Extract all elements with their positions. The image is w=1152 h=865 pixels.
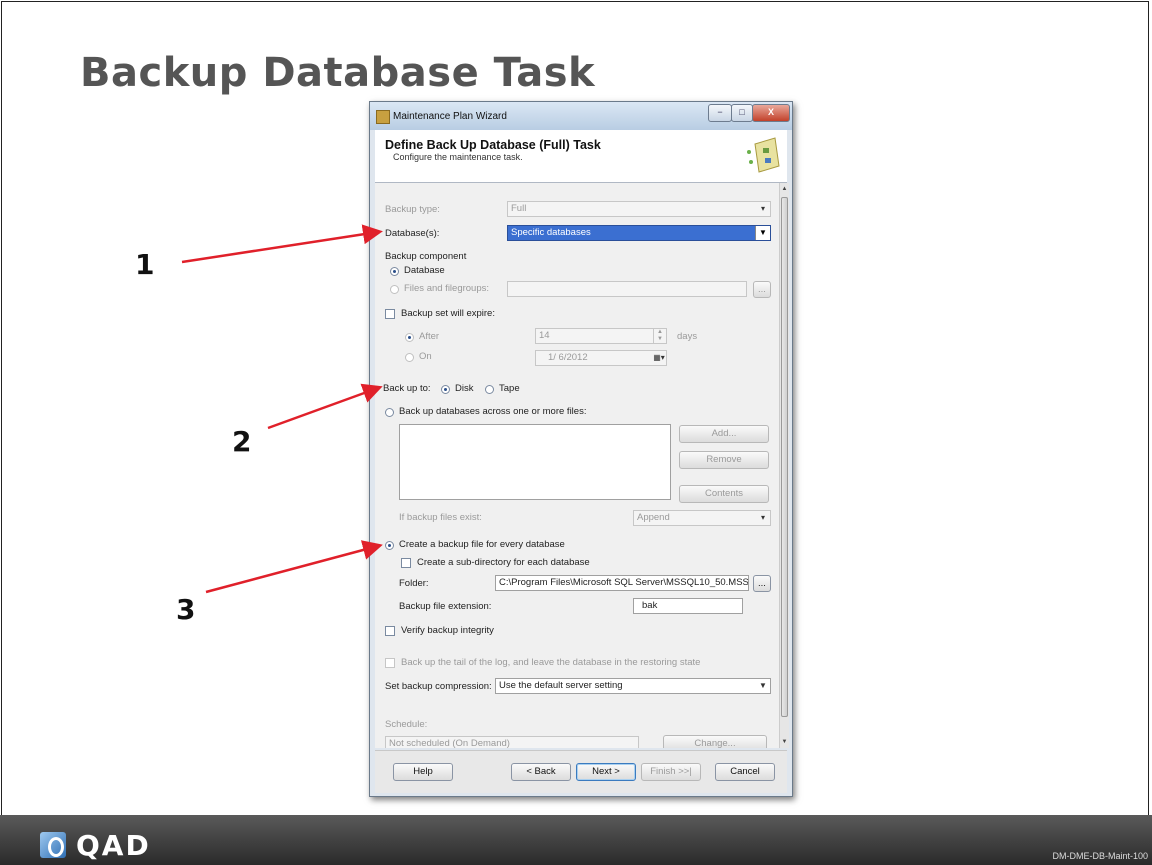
- backup-component-label: Backup component: [385, 251, 467, 262]
- verify-checkbox[interactable]: [385, 626, 395, 636]
- callout-1: 1: [135, 248, 155, 281]
- if-exist-select[interactable]: Append ▾: [633, 510, 771, 526]
- extension-input[interactable]: bak: [633, 598, 743, 614]
- schedule-value: Not scheduled (On Demand): [389, 738, 510, 748]
- calendar-icon[interactable]: ▦▾: [652, 351, 666, 365]
- slide-title: Backup Database Task: [80, 50, 596, 96]
- backup-files-list[interactable]: [399, 424, 671, 500]
- compression-select[interactable]: Use the default server setting ▼: [495, 678, 771, 694]
- expire-days-label: days: [677, 331, 698, 342]
- wizard-button-bar: Help < Back Next > Finish >>| Cancel: [375, 750, 787, 793]
- page-subtitle: Configure the maintenance task.: [393, 152, 523, 162]
- folder-value: C:\Program Files\Microsoft SQL Server\MS…: [499, 577, 749, 588]
- component-database-label: Database: [404, 265, 445, 276]
- back-up-to-tape-label: Tape: [499, 383, 520, 394]
- vertical-scrollbar[interactable]: ▲ ▼: [779, 183, 789, 748]
- per-db-radio[interactable]: [385, 541, 394, 550]
- expire-on-radio[interactable]: [405, 353, 414, 362]
- maintenance-plan-wizard-window: Maintenance Plan Wizard − □ X Define Bac…: [369, 101, 793, 797]
- expire-after-radio[interactable]: [405, 333, 414, 342]
- expire-on-label: On: [419, 351, 432, 362]
- if-exist-value: Append: [637, 512, 670, 523]
- wizard-header: Define Back Up Database (Full) Task Conf…: [375, 130, 787, 183]
- page-title: Define Back Up Database (Full) Task: [385, 138, 601, 152]
- verify-label: Verify backup integrity: [401, 625, 494, 636]
- contents-button[interactable]: Contents: [679, 485, 769, 503]
- scrollbar-thumb[interactable]: [781, 197, 788, 717]
- callout-3: 3: [176, 593, 196, 626]
- expire-label: Backup set will expire:: [401, 308, 495, 319]
- change-schedule-button[interactable]: Change...: [663, 735, 767, 748]
- window-titlebar[interactable]: Maintenance Plan Wizard − □ X: [370, 102, 792, 130]
- databases-select[interactable]: Specific databases ▼: [507, 225, 771, 241]
- chevron-down-icon: ▾: [760, 204, 765, 213]
- schedule-field: Not scheduled (On Demand): [385, 736, 639, 748]
- per-db-label: Create a backup file for every database: [399, 539, 565, 550]
- minimize-button[interactable]: −: [708, 104, 732, 122]
- chevron-down-icon: ▼: [759, 681, 767, 690]
- across-files-label: Back up databases across one or more fil…: [399, 406, 587, 417]
- wizard-icon: [376, 110, 390, 124]
- component-files-label: Files and filegroups:: [404, 283, 490, 294]
- slide-footer: QAD DM-DME-DB-Maint-100: [0, 815, 1152, 865]
- component-database-radio[interactable]: [390, 267, 399, 276]
- backup-type-label: Backup type:: [385, 204, 440, 215]
- chevron-down-icon: ▼: [755, 226, 770, 240]
- close-button[interactable]: X: [752, 104, 790, 122]
- folder-label: Folder:: [399, 578, 429, 589]
- expire-after-input[interactable]: 14 ▲ ▼: [535, 328, 667, 344]
- databases-label: Database(s):: [385, 228, 440, 239]
- compression-label: Set backup compression:: [385, 681, 492, 692]
- folder-input[interactable]: C:\Program Files\Microsoft SQL Server\MS…: [495, 575, 749, 591]
- next-button[interactable]: Next >: [576, 763, 636, 781]
- spinner-icon[interactable]: ▲ ▼: [653, 329, 666, 343]
- files-browse-button[interactable]: ...: [753, 281, 771, 298]
- expire-after-label: After: [419, 331, 440, 342]
- qad-logo-icon: [40, 832, 66, 858]
- component-files-radio[interactable]: [390, 285, 399, 294]
- scroll-up-icon[interactable]: ▲: [780, 183, 789, 195]
- expire-checkbox[interactable]: [385, 309, 395, 319]
- folder-browse-button[interactable]: ...: [753, 575, 771, 592]
- back-up-to-disk-radio[interactable]: [441, 385, 450, 394]
- window-title: Maintenance Plan Wizard: [393, 111, 507, 122]
- across-files-radio[interactable]: [385, 408, 394, 417]
- qad-logo: QAD: [40, 828, 151, 862]
- tail-log-label: Back up the tail of the log, and leave t…: [401, 657, 701, 668]
- chevron-down-icon: ▾: [760, 513, 765, 522]
- subdir-checkbox[interactable]: [401, 558, 411, 568]
- tail-log-checkbox[interactable]: [385, 658, 395, 668]
- wizard-graphic-icon: [747, 137, 780, 173]
- cancel-button[interactable]: Cancel: [715, 763, 775, 781]
- backup-type-select[interactable]: Full ▾: [507, 201, 771, 217]
- remove-button[interactable]: Remove: [679, 451, 769, 469]
- files-filegroups-field[interactable]: [507, 281, 747, 297]
- backup-type-value: Full: [511, 203, 527, 214]
- compression-value: Use the default server setting: [499, 680, 623, 691]
- schedule-label: Schedule:: [385, 719, 428, 730]
- back-up-to-disk-label: Disk: [455, 383, 474, 394]
- expire-on-date[interactable]: 1/ 6/2012 ▦▾: [535, 350, 667, 366]
- finish-button[interactable]: Finish >>|: [641, 763, 701, 781]
- subdir-label: Create a sub-directory for each database: [417, 557, 590, 568]
- extension-value: bak: [642, 600, 658, 611]
- back-up-to-tape-radio[interactable]: [485, 385, 494, 394]
- wizard-body: Backup type: Full ▾ Database(s): Specifi…: [375, 183, 779, 748]
- help-button[interactable]: Help: [393, 763, 453, 781]
- if-exist-label: If backup files exist:: [399, 512, 482, 523]
- databases-value: Specific databases: [511, 227, 591, 238]
- callout-2: 2: [232, 425, 252, 458]
- add-button[interactable]: Add...: [679, 425, 769, 443]
- qad-logo-text: QAD: [76, 828, 151, 862]
- maximize-button[interactable]: □: [731, 104, 753, 122]
- extension-label: Backup file extension:: [399, 601, 492, 612]
- slide-code: DM-DME-DB-Maint-100: [1052, 851, 1148, 861]
- back-button[interactable]: < Back: [511, 763, 571, 781]
- expire-on-value: 1/ 6/2012: [548, 352, 588, 363]
- back-up-to-label: Back up to:: [383, 383, 431, 394]
- expire-after-value: 14: [539, 330, 550, 341]
- scroll-down-icon[interactable]: ▼: [780, 736, 789, 748]
